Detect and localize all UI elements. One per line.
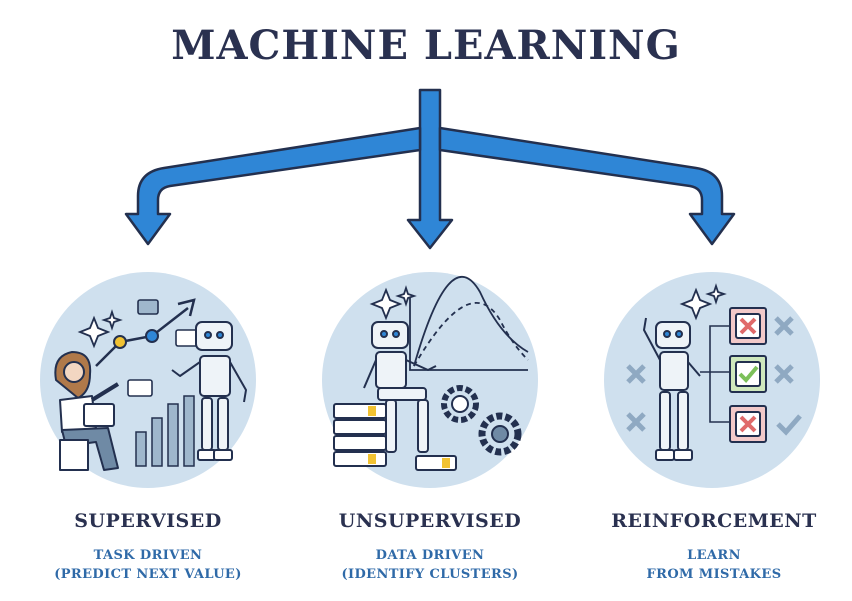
category-description: DATA DRIVEN (IDENTIFY CLUSTERS) <box>300 546 560 584</box>
cross-icon <box>729 307 767 345</box>
category-unsupervised: UNSUPERVISED DATA DRIVEN (IDENTIFY CLUST… <box>300 510 560 584</box>
unsupervised-illustration <box>322 272 538 488</box>
left-arrow-icon <box>124 126 422 246</box>
category-name: UNSUPERVISED <box>338 510 522 532</box>
description-line-2: (IDENTIFY CLUSTERS) <box>341 567 519 582</box>
center-arrow-icon <box>406 88 454 250</box>
description-line-1: LEARN <box>687 548 741 563</box>
cross-icon <box>729 405 767 443</box>
reinforcement-illustration <box>604 272 820 488</box>
right-arrow-icon <box>438 126 736 246</box>
category-name: REINFORCEMENT <box>611 510 817 532</box>
description-line-1: TASK DRIVEN <box>93 548 203 563</box>
category-supervised: SUPERVISED TASK DRIVEN (PREDICT NEXT VAL… <box>18 510 278 584</box>
category-name: SUPERVISED <box>74 510 222 532</box>
description-line-2: FROM MISTAKES <box>646 567 782 582</box>
category-reinforcement: REINFORCEMENT LEARN FROM MISTAKES <box>584 510 844 584</box>
check-icon <box>729 355 767 393</box>
supervised-illustration <box>40 272 256 488</box>
description-line-1: DATA DRIVEN <box>375 548 485 563</box>
category-description: LEARN FROM MISTAKES <box>584 546 844 584</box>
branch-arrows <box>124 88 736 250</box>
description-line-2: (PREDICT NEXT VALUE) <box>54 567 242 582</box>
category-description: TASK DRIVEN (PREDICT NEXT VALUE) <box>18 546 278 584</box>
